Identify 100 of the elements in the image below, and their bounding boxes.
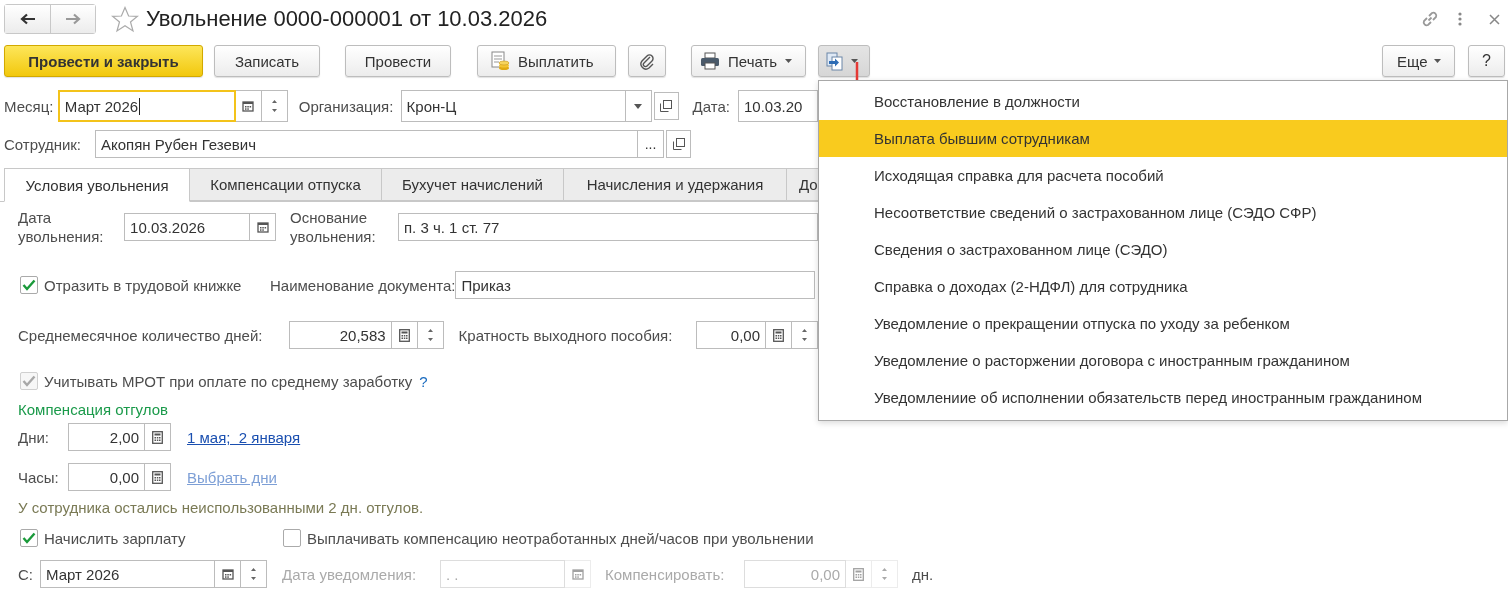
open-button[interactable]: [653, 92, 679, 120]
document-name-label: Наименование документа:: [270, 276, 456, 294]
tab[interactable]: Условия увольнения: [4, 168, 190, 202]
dismissal-date-label: Дата увольнения:: [18, 208, 105, 246]
link-icon[interactable]: [1420, 9, 1440, 29]
menu-item[interactable]: Справка о доходах (2-НДФЛ) для сотрудника: [819, 268, 1507, 305]
post-close-button[interactable]: Провести и закрыть: [4, 45, 203, 77]
open-window-icon: [660, 100, 673, 112]
window-title: Увольнение 0000-000001 от 10.03.2026: [146, 6, 548, 32]
calculator-button[interactable]: [391, 321, 418, 349]
forward-arrow-icon: [65, 13, 81, 25]
from-label: С:: [18, 565, 34, 583]
back-button[interactable]: [5, 5, 50, 33]
spinner-icon: [801, 327, 808, 343]
paperclip-icon: [639, 52, 655, 70]
organization-field[interactable]: Крон-Ц: [400, 90, 626, 122]
unit-label: дн.: [912, 565, 934, 583]
organization-label: Организация:: [298, 97, 395, 115]
severance-label: Кратность выходного пособия:: [458, 326, 674, 344]
checkbox[interactable]: [20, 276, 38, 294]
select-button[interactable]: ...: [638, 130, 664, 158]
calendar-icon: [242, 100, 255, 112]
tab[interactable]: Компенсации отпуска: [190, 168, 382, 201]
dismissal-date-field[interactable]: 10.03.2026: [124, 213, 251, 241]
info-text: У сотрудника остались неиспользованными 2 дн. отгулов.: [18, 498, 424, 516]
caret-icon: [785, 59, 793, 63]
notice-date-label: Дата уведомления:: [282, 565, 418, 583]
employee-field[interactable]: Акопян Рубен Гезевич: [95, 130, 638, 158]
calculator-icon: [152, 470, 163, 484]
date-field[interactable]: 10.03.20: [738, 90, 818, 122]
checkbox[interactable]: [20, 529, 38, 547]
month-field[interactable]: Март 2026: [57, 90, 236, 122]
menu-item[interactable]: Уведомление о расторжении договора с иностранным гражданином: [819, 342, 1507, 379]
checkbox-label: Отразить в трудовой книжке: [44, 276, 243, 294]
create-based-button[interactable]: [818, 45, 870, 77]
coins-icon: [490, 51, 510, 71]
checkbox-label: Начислить зарплату: [44, 529, 187, 547]
days-field[interactable]: 2,00: [68, 423, 145, 451]
menu-item[interactable]: Сведения о застрахованном лице (СЭДО): [819, 231, 1507, 268]
attach-button[interactable]: [628, 45, 666, 77]
menu-item[interactable]: Исходящая справка для расчета пособий: [819, 157, 1507, 194]
checkbox[interactable]: [283, 529, 301, 547]
pay-button[interactable]: Выплатить: [477, 45, 616, 77]
toolbar-button[interactable]: Провести: [345, 45, 451, 77]
help-button[interactable]: ?: [1468, 45, 1505, 77]
checkbox-label: Учитывать МРОТ при оплате по среднему заработку: [44, 372, 413, 390]
tab[interactable]: Бухучет начислений: [382, 168, 564, 201]
caret-icon: [1433, 59, 1441, 63]
hours-label: Часы:: [18, 468, 60, 486]
open-button[interactable]: [666, 130, 691, 158]
month-label: Месяц:: [4, 97, 55, 115]
calendar-button[interactable]: [250, 213, 277, 241]
back-arrow-icon: [19, 13, 36, 25]
more-icon[interactable]: [1458, 12, 1462, 26]
calendar-icon: [221, 568, 234, 580]
date-label: Дата:: [692, 97, 731, 115]
more-button[interactable]: Еще: [1382, 45, 1455, 77]
link[interactable]: 1 мая; 2 января: [187, 428, 301, 446]
calculator-icon: [398, 328, 410, 342]
from-month-field[interactable]: Март 2026: [40, 560, 215, 588]
spinner-icon: [270, 98, 278, 114]
printer-icon: [700, 52, 720, 70]
spinner-icon: [426, 327, 434, 343]
severance-field[interactable]: 0,00: [696, 321, 766, 349]
document-name-field[interactable]: Приказ: [455, 271, 816, 299]
menu-item[interactable]: Уведомлениие об исполнении обязательств перед иностранным гражданином: [819, 379, 1507, 416]
documents-arrow-icon: [825, 51, 845, 71]
compensate-label: Компенсировать:: [605, 565, 726, 583]
average-days-field[interactable]: 20,583: [288, 321, 392, 349]
menu-item[interactable]: Уведомление о прекращении отпуска по уходу за ребенком: [819, 305, 1507, 342]
calculator-button[interactable]: [766, 321, 792, 349]
calculator-button[interactable]: [145, 463, 171, 491]
calculator-icon: [773, 328, 784, 342]
checkbox-label: Выплачивать компенсацию неотработанных дней/часов при увольнении: [307, 529, 814, 547]
section-title: Компенсация отгулов: [18, 400, 168, 418]
calculator-icon: [853, 567, 864, 581]
calculator-button[interactable]: [145, 423, 171, 451]
print-button[interactable]: Печать: [691, 45, 806, 77]
reason-field[interactable]: п. 3 ч. 1 ст. 77: [398, 213, 818, 241]
open-window-icon: [672, 138, 685, 150]
menu-item[interactable]: Выплата бывшим сотрудникам: [819, 120, 1507, 157]
toolbar-button[interactable]: Записать: [214, 45, 320, 77]
spinner-icon: [250, 566, 257, 582]
calendar-icon: [256, 221, 269, 233]
reason-label: Основание увольнения:: [290, 208, 377, 246]
employee-label: Сотрудник:: [4, 135, 83, 153]
calculator-icon: [152, 430, 163, 444]
caret-icon: [851, 59, 858, 63]
calendar-button[interactable]: [215, 560, 241, 588]
star-icon[interactable]: [111, 5, 139, 33]
dropdown-icon: [634, 103, 643, 109]
tab[interactable]: До: [787, 168, 818, 201]
dropdown-button[interactable]: [625, 90, 652, 122]
close-icon[interactable]: [1489, 13, 1500, 25]
average-days-label: Среднемесячное количество дней:: [18, 326, 264, 344]
calendar-icon: [571, 568, 584, 580]
menu-item[interactable]: Восстановление в должности: [819, 83, 1507, 120]
calendar-button[interactable]: [235, 90, 262, 122]
tab[interactable]: Начисления и удержания: [564, 168, 787, 201]
menu-item[interactable]: Несоответствие сведений о застрахованном лице (СЭДО СФР): [819, 194, 1507, 231]
